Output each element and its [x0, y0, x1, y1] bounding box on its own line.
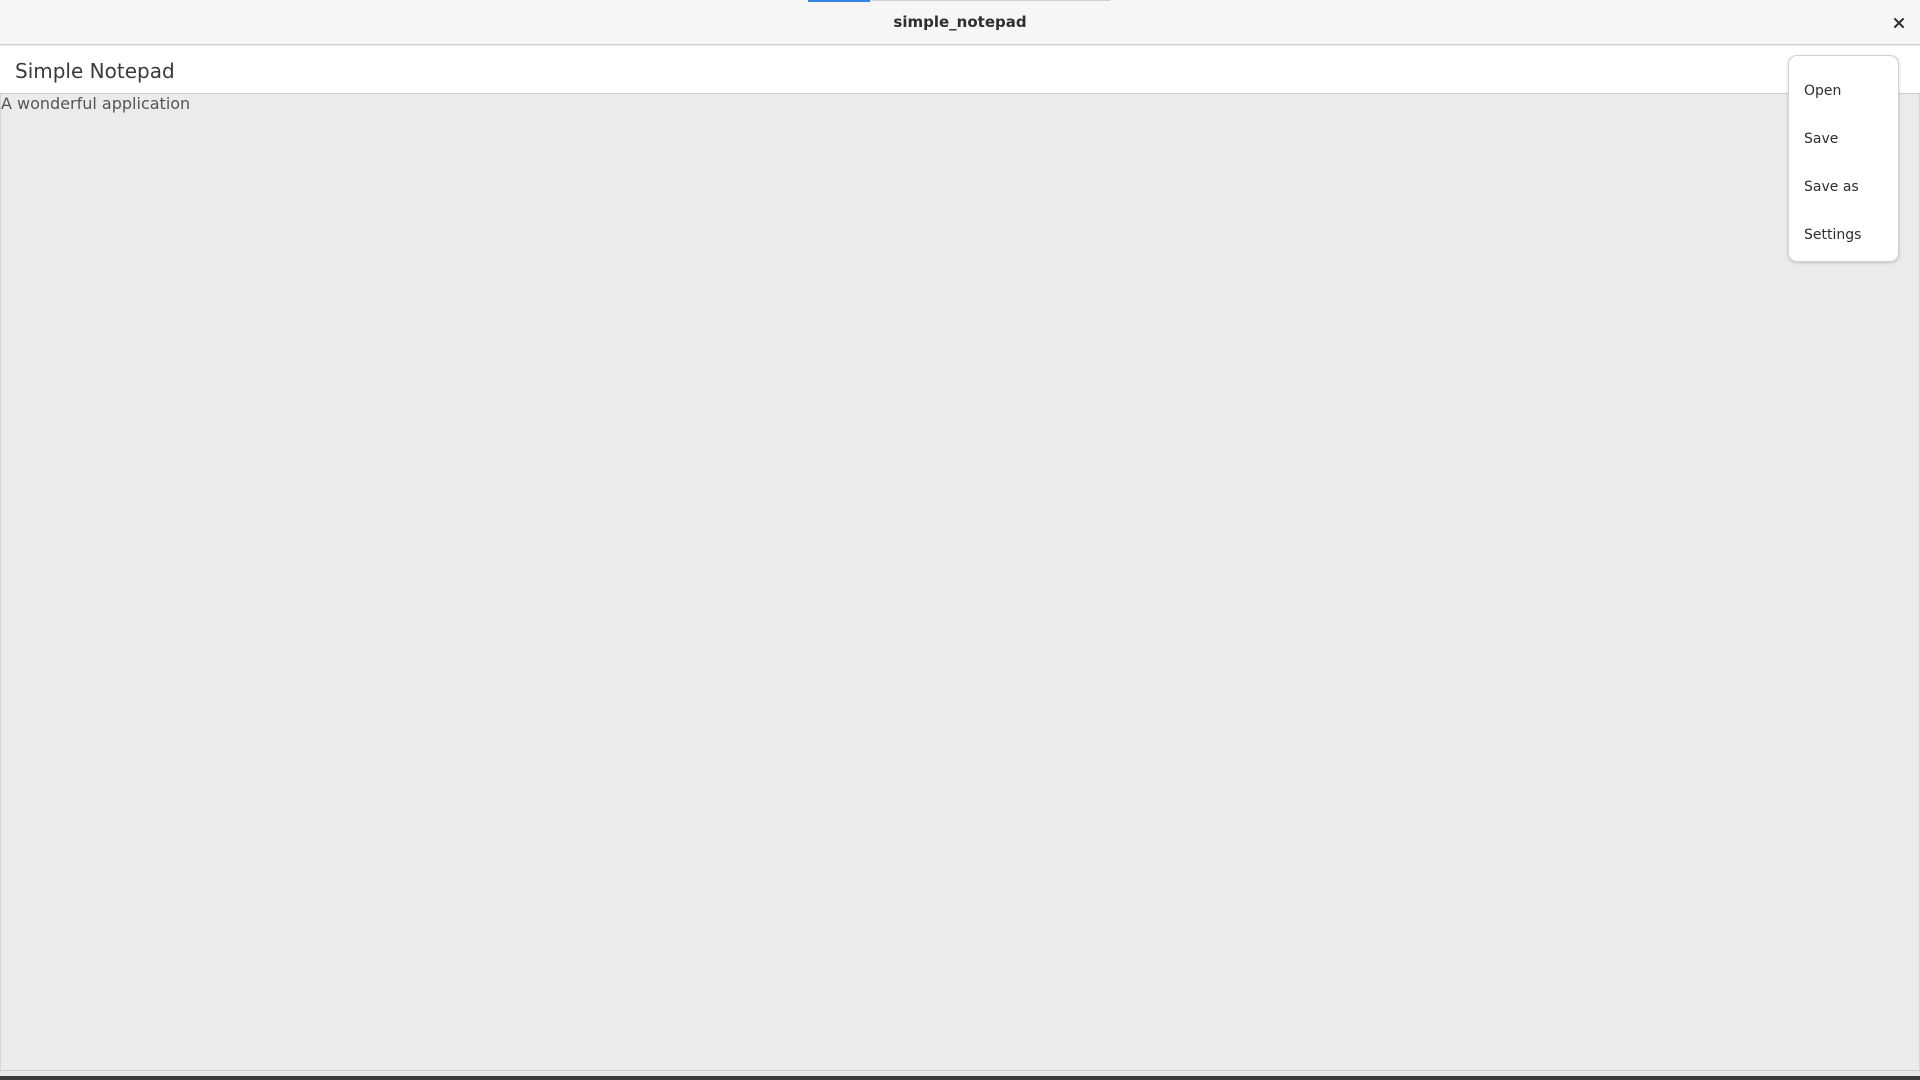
app-subtitle: A wonderful application	[1, 94, 191, 113]
title-bar: simple_notepad	[0, 0, 1920, 45]
window-title: simple_notepad	[893, 13, 1027, 31]
popup-menu: Open Save Save as Settings	[1788, 55, 1899, 262]
app-title: Simple Notepad	[15, 59, 175, 83]
app-window: simple_notepad Simple Notepad A wonderfu…	[0, 0, 1920, 1080]
bottom-strip	[0, 1076, 1920, 1080]
menu-item-open[interactable]: Open	[1789, 67, 1898, 115]
menu-item-save-as[interactable]: Save as	[1789, 163, 1898, 211]
close-icon	[1894, 18, 1904, 28]
menu-item-settings[interactable]: Settings	[1789, 211, 1898, 259]
app-header: Simple Notepad	[0, 46, 1920, 94]
close-button[interactable]	[1882, 6, 1916, 40]
menu-item-save[interactable]: Save	[1789, 115, 1898, 163]
content-area[interactable]: A wonderful application	[0, 94, 1920, 1070]
